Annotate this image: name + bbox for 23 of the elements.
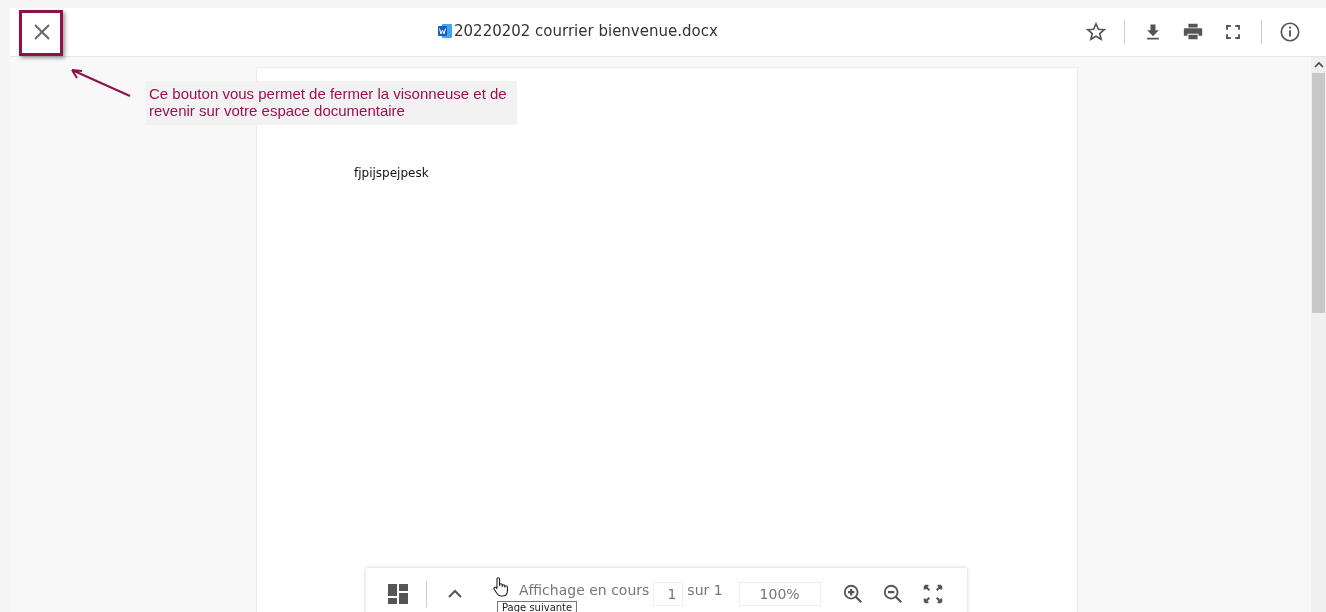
- page-number-field[interactable]: 1: [653, 582, 684, 606]
- zoom-field[interactable]: 100%: [738, 582, 821, 606]
- info-icon: [1279, 21, 1301, 43]
- highlight-frame: [19, 10, 63, 56]
- chevron-up-icon: [447, 589, 463, 599]
- scroll-up-icon: [1313, 61, 1324, 69]
- hand-cursor-icon: [492, 576, 510, 598]
- scrollbar[interactable]: [1311, 57, 1326, 612]
- expand-icon: [921, 583, 944, 605]
- fullscreen-icon: [1224, 23, 1242, 41]
- zoom-out-icon: [881, 583, 904, 605]
- word-document-icon: [438, 23, 452, 39]
- pointer-arrow: [68, 66, 132, 100]
- scrollbar-thumb[interactable]: [1312, 73, 1325, 313]
- zoom-in-icon: [841, 583, 864, 605]
- close-icon: [33, 23, 51, 41]
- grid-icon: [387, 583, 409, 605]
- annotation-note: Ce bouton vous permet de fermer la visonneuse et de revenir sur votre espace documentaire: [146, 81, 517, 125]
- page-label: Affichage en cours: [519, 582, 650, 598]
- page-total: sur 1: [687, 582, 723, 598]
- star-icon: [1085, 21, 1107, 43]
- document-text: fjpijspejpesk: [354, 166, 430, 180]
- document-title: 20220202 courrier bienvenue.docx: [454, 22, 718, 40]
